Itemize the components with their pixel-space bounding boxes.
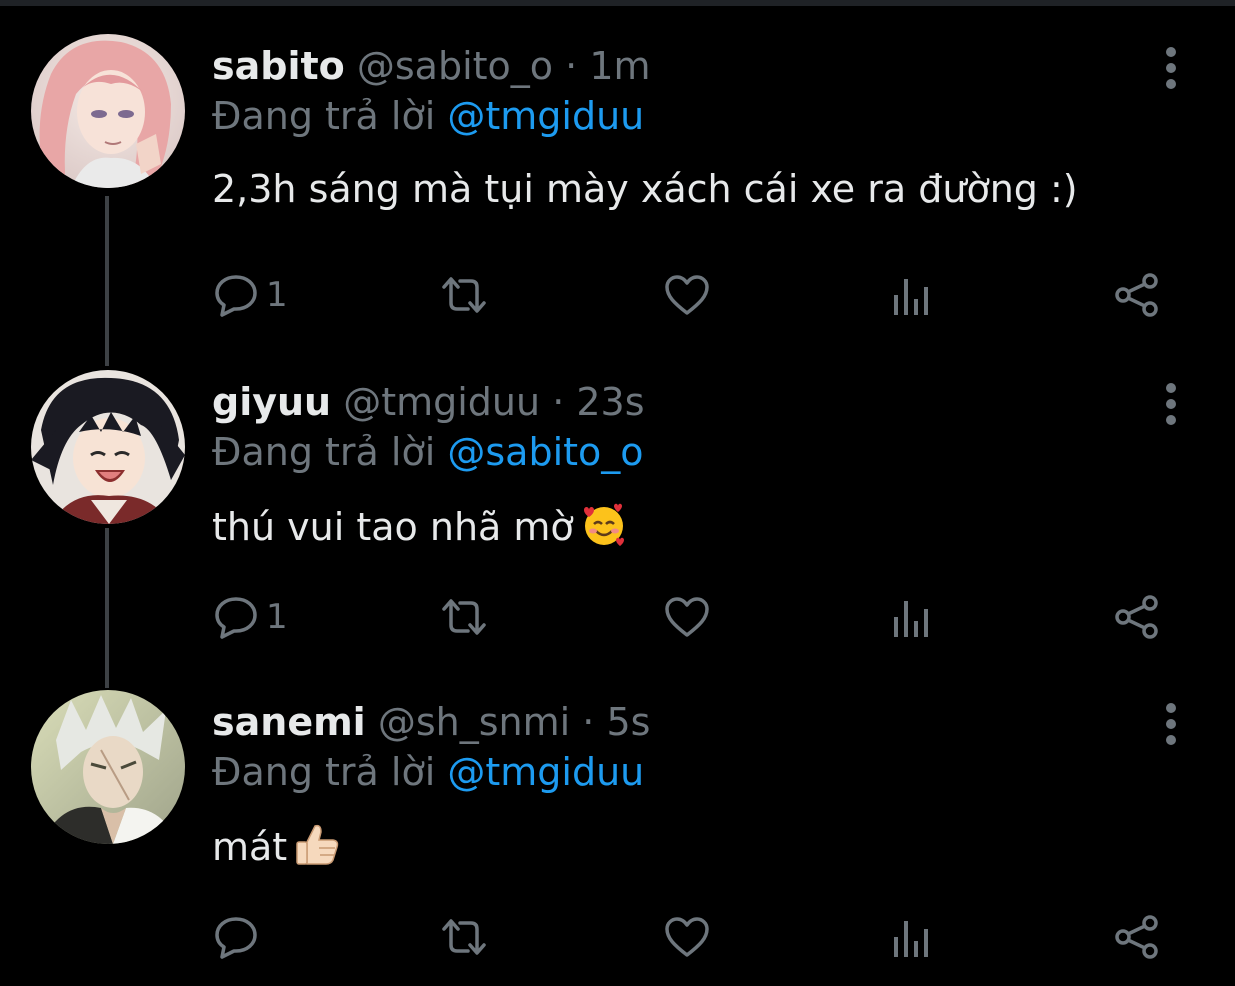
retweet-icon [442, 919, 486, 955]
analytics-icon [894, 279, 928, 315]
tweet-body: thú vui tao nhã mờ [212, 500, 628, 560]
tweet-body: mát [212, 820, 341, 880]
analytics-button[interactable] [890, 912, 934, 962]
reply-count: 1 [266, 275, 288, 315]
reply-mention-link[interactable]: @sabito_o [447, 430, 643, 474]
timestamp[interactable]: 5s [606, 700, 650, 744]
analytics-icon [894, 921, 928, 957]
share-button[interactable] [1114, 592, 1160, 642]
tweet-giyuu[interactable]: giyuu @tmgiduu · 23s Đang trả lời @sabit… [0, 370, 1235, 670]
user-handle[interactable]: @sh_snmi [378, 700, 570, 744]
share-icon [1115, 273, 1158, 317]
replying-to-line: Đang trả lời @tmgiduu [212, 92, 644, 140]
analytics-button[interactable] [890, 270, 934, 320]
tweet-text: mát [212, 825, 288, 869]
analytics-icon [894, 601, 928, 637]
reply-icon [215, 917, 257, 959]
tweet-header: giyuu @tmgiduu · 23s [212, 378, 645, 426]
retweet-button[interactable] [440, 270, 488, 320]
separator-dot: · [565, 44, 578, 88]
tweet-text: thú vui tao nhã mờ [212, 505, 574, 549]
top-divider [0, 0, 1235, 6]
more-options-button[interactable] [1156, 382, 1186, 426]
reply-button[interactable]: 1 [214, 592, 288, 642]
replying-to-label: Đang trả lời [212, 94, 436, 138]
thumbs-up-emoji [293, 820, 341, 880]
reply-icon [215, 275, 257, 317]
tweet-header: sanemi @sh_snmi · 5s [212, 698, 650, 746]
tweet-text: 2,3h sáng mà tụi mày xách cái xe ra đườn… [212, 167, 1078, 211]
timestamp[interactable]: 1m [589, 44, 650, 88]
tweet-sanemi[interactable]: sanemi @sh_snmi · 5s Đang trả lời @tmgid… [0, 690, 1235, 980]
retweet-button[interactable] [440, 592, 488, 642]
retweet-icon [442, 599, 486, 635]
share-button[interactable] [1114, 270, 1160, 320]
tweet-header: sabito @sabito_o · 1m [212, 42, 651, 90]
more-vertical-icon [1166, 703, 1176, 745]
user-handle[interactable]: @sabito_o [357, 44, 553, 88]
share-icon [1115, 915, 1158, 959]
more-vertical-icon [1166, 47, 1176, 89]
more-options-button[interactable] [1156, 702, 1186, 746]
retweet-button[interactable] [440, 912, 488, 962]
reply-mention-link[interactable]: @tmgiduu [447, 750, 644, 794]
smiling-face-with-hearts-emoji [580, 500, 628, 560]
timestamp[interactable]: 23s [576, 380, 644, 424]
like-icon [665, 917, 709, 957]
reply-count: 1 [266, 597, 288, 637]
avatar[interactable] [31, 690, 185, 844]
like-icon [665, 597, 709, 637]
share-icon [1115, 595, 1158, 639]
like-icon [665, 275, 709, 315]
more-options-button[interactable] [1156, 46, 1186, 90]
reply-mention-link[interactable]: @tmgiduu [447, 94, 644, 138]
analytics-button[interactable] [890, 592, 934, 642]
replying-to-line: Đang trả lời @tmgiduu [212, 748, 644, 796]
avatar[interactable] [31, 34, 185, 188]
replying-to-line: Đang trả lời @sabito_o [212, 428, 644, 476]
more-vertical-icon [1166, 383, 1176, 425]
tweet-sabito[interactable]: sabito @sabito_o · 1m Đang trả lời @tmgi… [0, 34, 1235, 334]
reply-button[interactable] [214, 912, 266, 962]
display-name[interactable]: sabito [212, 44, 345, 88]
retweet-icon [442, 277, 486, 313]
user-handle[interactable]: @tmgiduu [343, 380, 540, 424]
replying-to-label: Đang trả lời [212, 430, 436, 474]
share-button[interactable] [1114, 912, 1160, 962]
reply-icon [215, 597, 257, 639]
display-name[interactable]: sanemi [212, 700, 366, 744]
like-button[interactable] [664, 592, 710, 642]
replying-to-label: Đang trả lời [212, 750, 436, 794]
like-button[interactable] [664, 912, 710, 962]
like-button[interactable] [664, 270, 710, 320]
separator-dot: · [552, 380, 565, 424]
display-name[interactable]: giyuu [212, 380, 331, 424]
separator-dot: · [582, 700, 595, 744]
avatar[interactable] [31, 370, 185, 524]
reply-button[interactable]: 1 [214, 270, 288, 320]
